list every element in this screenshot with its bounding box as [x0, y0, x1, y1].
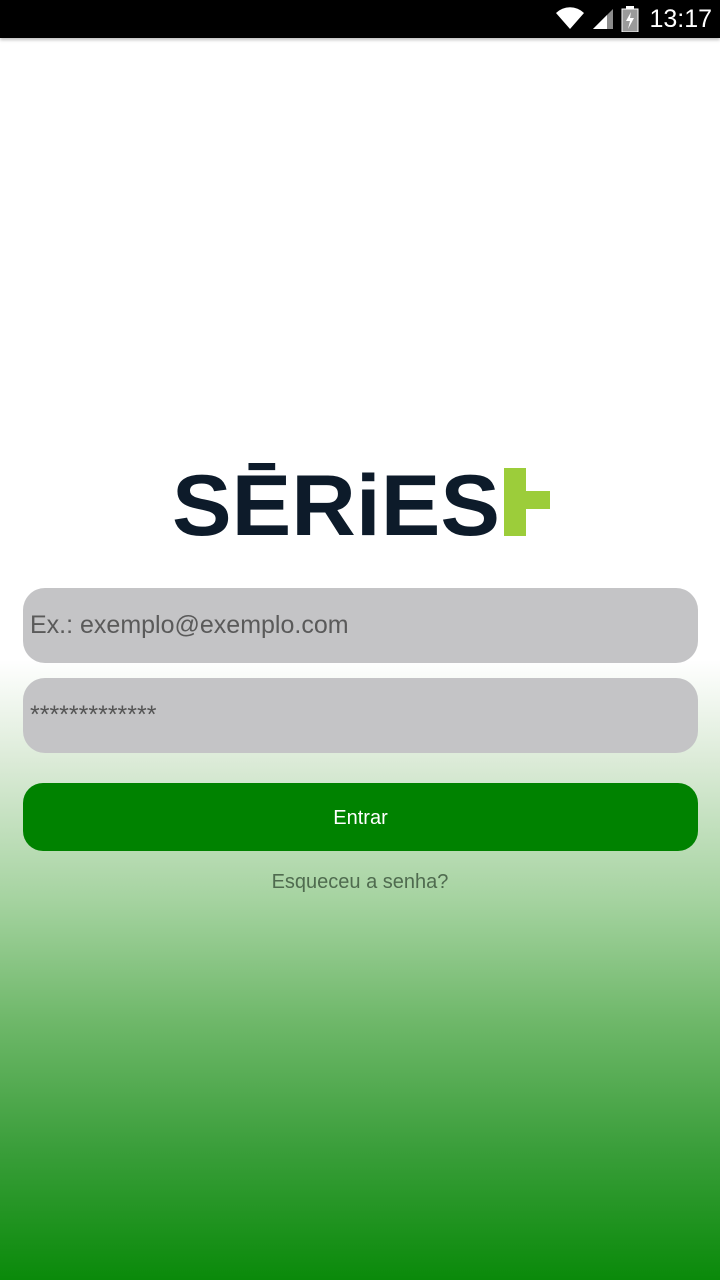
series-plus-logo: SĒRiES	[172, 458, 550, 554]
email-input[interactable]	[23, 588, 698, 663]
login-screen: 13:17 SĒRiES Entrar Esqueceu a senha?	[0, 0, 720, 1280]
login-button[interactable]: Entrar	[23, 783, 698, 851]
status-bar: 13:17	[0, 0, 720, 38]
password-input[interactable]	[23, 678, 698, 753]
email-field-container	[23, 588, 698, 663]
logo-plus-icon	[504, 468, 550, 536]
forgot-password-link[interactable]: Esqueceu a senha?	[0, 868, 720, 896]
status-time: 13:17	[649, 5, 712, 33]
status-icons: 13:17	[555, 0, 712, 38]
cell-signal-icon	[593, 9, 614, 29]
wifi-icon	[556, 7, 585, 29]
password-field-container	[23, 678, 698, 753]
battery-charging-icon	[621, 6, 639, 32]
logo-wordmark: SĒRiES	[172, 458, 500, 554]
